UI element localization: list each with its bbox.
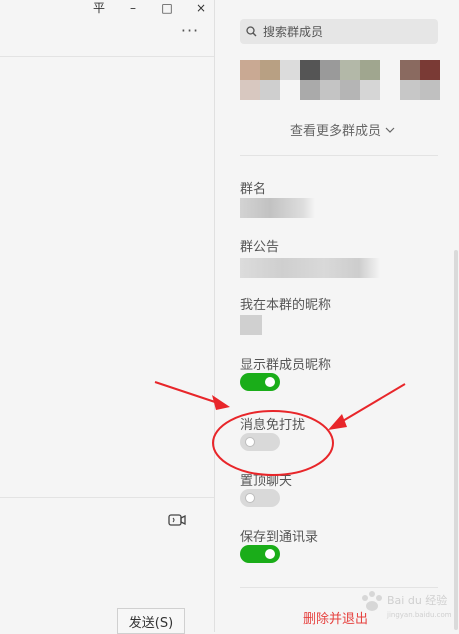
group-name-value[interactable] bbox=[240, 198, 315, 218]
save-contacts-label: 保存到通讯录 bbox=[240, 530, 319, 545]
save-contacts-toggle[interactable] bbox=[240, 545, 280, 563]
member-avatar[interactable] bbox=[360, 60, 380, 80]
member-avatar[interactable] bbox=[340, 80, 360, 100]
toggle-knob bbox=[245, 493, 255, 503]
chevron-down-icon bbox=[385, 127, 395, 133]
member-avatar[interactable] bbox=[300, 80, 320, 100]
toggle-knob bbox=[245, 437, 255, 447]
member-avatar[interactable] bbox=[420, 80, 440, 100]
maximize-button[interactable]: □ bbox=[150, 0, 184, 16]
chat-pane: 平 – □ × ··· 发送(S) bbox=[0, 0, 214, 634]
scrollbar[interactable] bbox=[454, 250, 458, 630]
member-avatar[interactable] bbox=[300, 60, 320, 80]
member-avatars bbox=[240, 52, 440, 110]
group-notice-label: 群公告 bbox=[240, 240, 280, 255]
minimize-button[interactable]: – bbox=[116, 0, 150, 16]
group-notice-value[interactable] bbox=[240, 258, 380, 278]
header-divider bbox=[0, 56, 214, 57]
pin-window-button[interactable]: 平 bbox=[82, 0, 116, 16]
toggle-knob bbox=[265, 377, 275, 387]
member-avatar[interactable] bbox=[340, 60, 360, 80]
member-avatar[interactable] bbox=[400, 80, 420, 100]
mute-label: 消息免打扰 bbox=[240, 418, 306, 433]
view-more-members-link[interactable]: 查看更多群成员 bbox=[290, 120, 395, 139]
member-avatar[interactable] bbox=[360, 80, 380, 100]
svg-text:jingyan.baidu.com: jingyan.baidu.com bbox=[386, 611, 452, 619]
member-search-box[interactable]: 搜索群成员 bbox=[240, 19, 438, 44]
close-button[interactable]: × bbox=[184, 0, 218, 16]
member-avatar[interactable] bbox=[260, 60, 280, 80]
group-name-label: 群名 bbox=[240, 182, 267, 197]
show-alias-label: 显示群成员昵称 bbox=[240, 358, 332, 373]
view-more-members-label: 查看更多群成员 bbox=[290, 124, 382, 139]
member-avatar[interactable] bbox=[280, 60, 300, 80]
member-avatar[interactable] bbox=[320, 60, 340, 80]
show-alias-toggle[interactable] bbox=[240, 373, 280, 391]
search-placeholder: 搜索群成员 bbox=[263, 25, 324, 39]
send-button[interactable]: 发送(S) bbox=[117, 608, 185, 634]
member-avatar[interactable] bbox=[400, 60, 420, 80]
window-controls: 平 – □ × bbox=[82, 0, 218, 16]
mute-toggle[interactable] bbox=[240, 433, 280, 451]
group-info-panel: 搜索群成员 查看更多群成员 群名 群公告 我在本群的昵称 显示群成员昵称 消息免… bbox=[215, 0, 459, 632]
pin-chat-label: 置顶聊天 bbox=[240, 474, 293, 489]
video-call-icon[interactable] bbox=[167, 512, 187, 528]
search-icon bbox=[246, 26, 257, 37]
pin-chat-toggle[interactable] bbox=[240, 489, 280, 507]
member-avatar[interactable] bbox=[320, 80, 340, 100]
member-avatar[interactable] bbox=[420, 60, 440, 80]
section-divider bbox=[240, 155, 438, 156]
member-avatar[interactable] bbox=[240, 60, 260, 80]
toggle-knob bbox=[265, 549, 275, 559]
svg-text:Bai du 经验: Bai du 经验 bbox=[387, 593, 447, 607]
baidu-paw-logo: Bai du 经验 jingyan.baidu.com bbox=[362, 591, 452, 619]
more-options-button[interactable]: ··· bbox=[177, 23, 203, 39]
member-avatar[interactable] bbox=[240, 80, 260, 100]
baidu-watermark: Bai du 经验 jingyan.baidu.com bbox=[357, 588, 453, 626]
my-alias-label: 我在本群的昵称 bbox=[240, 298, 332, 313]
my-alias-value[interactable] bbox=[240, 315, 262, 335]
member-avatar[interactable] bbox=[260, 80, 280, 100]
